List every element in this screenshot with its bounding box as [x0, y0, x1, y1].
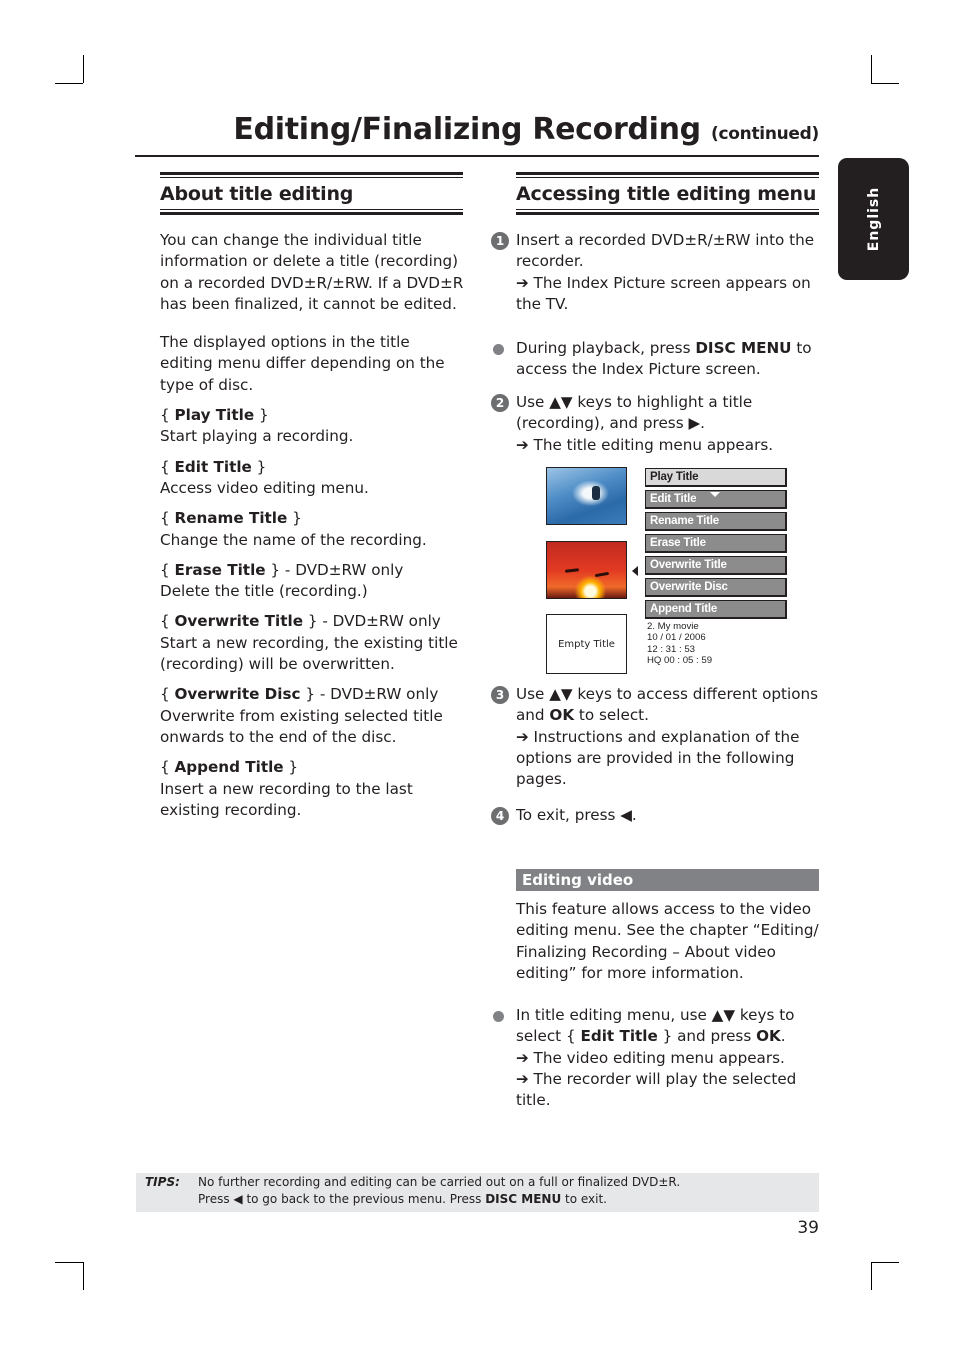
- step-result: ➔ The recorder will play the selected ti…: [516, 1069, 797, 1110]
- crop-mark: [871, 55, 873, 83]
- caret-down-icon: [710, 492, 720, 497]
- crop-mark: [55, 1262, 83, 1264]
- section-heading-text: Accessing title editing menu: [516, 183, 817, 205]
- language-tab: English: [838, 158, 909, 280]
- step-result: ➔ The Index Picture screen appears on th…: [516, 273, 811, 313]
- menu-item-overwrite-title[interactable]: Overwrite Title: [645, 556, 787, 575]
- tips-line-2: Press ◀ to go back to the previous menu.…: [198, 1192, 607, 1206]
- page-number: 39: [797, 1218, 819, 1238]
- title-rule: [135, 155, 819, 157]
- step-result: ➔ Instructions and explanation of the op…: [516, 727, 800, 789]
- menu-item-erase-title[interactable]: Erase Title: [645, 534, 787, 553]
- continued-label: (continued): [711, 124, 819, 144]
- option-erase-title: { Erase Title } - DVD±RW only Delete the…: [160, 560, 465, 603]
- crop-mark: [83, 55, 85, 83]
- step-number-icon: 3: [491, 686, 509, 704]
- option-edit-title: { Edit Title } Access video editing menu…: [160, 457, 465, 500]
- step-number-icon: 2: [491, 394, 509, 412]
- option-overwrite-title: { Overwrite Title } - DVD±RW only Start …: [160, 611, 465, 675]
- tips-label: TIPS:: [145, 1175, 180, 1189]
- step-4: 4 To exit, press ◀.: [491, 805, 826, 826]
- title-time: 12 : 31 : 53: [647, 643, 696, 655]
- step-2: 2 Use ▲▼ keys to highlight a title (reco…: [491, 392, 826, 456]
- page-title: Editing/Finalizing Recording (continued): [135, 112, 819, 156]
- option-description: Start playing a recording.: [160, 427, 354, 446]
- crop-mark: [83, 1262, 85, 1290]
- left-arrow-icon: [632, 566, 638, 576]
- title-name: 2. My movie: [647, 621, 699, 632]
- intro-paragraph: You can change the individual title info…: [160, 231, 464, 313]
- crop-mark: [871, 83, 899, 85]
- option-description: Start a new recording, the existing titl…: [160, 633, 458, 674]
- step-number-icon: 4: [491, 807, 509, 825]
- step-number-icon: 1: [491, 232, 509, 250]
- step-result: ➔ The title editing menu appears.: [516, 435, 774, 454]
- language-label: English: [865, 186, 882, 252]
- bullet-icon: [493, 1011, 504, 1022]
- tips-box: TIPS: No further recording and editing c…: [136, 1173, 819, 1212]
- crop-mark: [871, 1262, 873, 1290]
- section-heading-text: About title editing: [160, 183, 354, 205]
- title-editing-menu: Play Title Edit Title Rename Title Erase…: [645, 468, 787, 622]
- menu-item-edit-title[interactable]: Edit Title: [645, 490, 787, 509]
- title-info: 2. My movie 10 / 01 / 2006 12 : 31 : 53 …: [647, 621, 712, 666]
- bullet-edit-title: In title editing menu, use ▲▼ keys to se…: [491, 1005, 826, 1111]
- page-title-text: Editing/Finalizing Recording: [233, 112, 701, 147]
- tips-line-1: No further recording and editing can be …: [198, 1175, 681, 1189]
- crop-mark: [871, 1262, 899, 1264]
- bullet-disc-menu: During playback, press DISC MENU to acce…: [491, 338, 826, 381]
- step-result: ➔ The video editing menu appears.: [516, 1048, 785, 1067]
- bullet-icon: [493, 344, 504, 355]
- menu-item-rename-title[interactable]: Rename Title: [645, 512, 787, 531]
- option-description: Overwrite from existing selected title o…: [160, 706, 443, 746]
- key-disc-menu: DISC MENU: [695, 339, 792, 357]
- key-ok: OK: [549, 706, 575, 725]
- menu-item-overwrite-disc[interactable]: Overwrite Disc: [645, 578, 787, 597]
- crop-mark: [55, 83, 83, 85]
- subsection-heading-editing-video: Editing video: [516, 869, 819, 891]
- step-text: Use ▲▼ keys to highlight a title (record…: [516, 393, 753, 433]
- about-column: You can change the individual title info…: [160, 230, 465, 821]
- option-overwrite-disc: { Overwrite Disc } - DVD±RW only Overwri…: [160, 684, 465, 748]
- option-description: Delete the title (recording.): [160, 582, 368, 601]
- title-date: 10 / 01 / 2006: [647, 632, 706, 644]
- thumbnail-sunset-image: [546, 541, 627, 599]
- option-description: Access video editing menu.: [160, 478, 369, 497]
- title-duration: HQ 00 : 05 : 59: [647, 654, 713, 666]
- step-text: To exit, press ◀.: [516, 806, 637, 824]
- thumbnail-empty-title: Empty Title: [546, 614, 627, 674]
- editing-video-intro: This feature allows access to the video …: [516, 900, 819, 982]
- option-description: Change the name of the recording.: [160, 530, 427, 549]
- option-description: Insert a new recording to the last exist…: [160, 779, 413, 819]
- section-heading-about: About title editing: [160, 172, 463, 215]
- menu-item-play-title[interactable]: Play Title: [645, 468, 787, 487]
- thumbnail-surfer-image: [546, 467, 627, 525]
- option-rename-title: { Rename Title } Change the name of the …: [160, 508, 465, 551]
- option-play-title: { Play Title } Start playing a recording…: [160, 405, 465, 448]
- option-append-title: { Append Title } Insert a new recording …: [160, 757, 465, 821]
- intro-paragraph-2: The displayed options in the title editi…: [160, 333, 445, 394]
- section-heading-accessing: Accessing title editing menu: [516, 172, 819, 215]
- step-text: Insert a recorded DVD±R/±RW into the rec…: [516, 231, 815, 271]
- menu-item-append-title[interactable]: Append Title: [645, 600, 787, 619]
- step-1: 1 Insert a recorded DVD±R/±RW into the r…: [491, 230, 826, 315]
- step-3: 3 Use ▲▼ keys to access different option…: [491, 684, 826, 790]
